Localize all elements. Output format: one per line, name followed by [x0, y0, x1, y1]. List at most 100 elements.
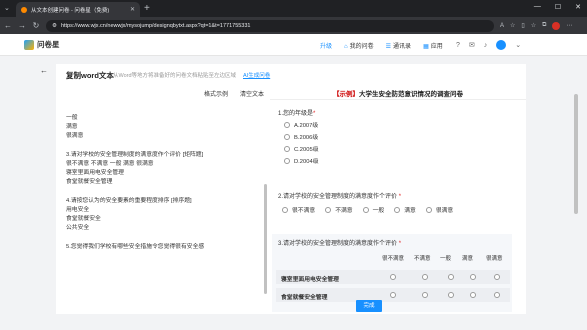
question-3: 3.请对学校的安全管理制度的满意度作个评价 * 很不满意 不满意 一般 满意 很满意 寝室… [272, 234, 512, 312]
question-3-label: 3.请对学校的安全管理制度的满意度作个评价 [278, 241, 398, 247]
matrix-radio-icon[interactable] [470, 292, 476, 298]
favorite-star-icon[interactable]: ☆ [510, 22, 515, 29]
read-aloud-icon[interactable]: A [500, 23, 504, 29]
radio-icon[interactable] [284, 145, 290, 152]
close-window-icon[interactable]: ✕ [575, 3, 581, 11]
radio-icon[interactable] [362, 206, 369, 213]
nav-apps-label: 应用 [430, 44, 443, 50]
url-text: https://www.wjx.cn/newwjx/mysojump/desig… [60, 22, 251, 29]
maximize-icon[interactable]: ☐ [555, 3, 561, 11]
matrix-column-header: 很不满意 [382, 256, 405, 262]
matrix-radio-icon[interactable] [422, 292, 428, 298]
question-2-label: 2.请对学校的安全管理制度的满意度作个评价 [278, 194, 398, 200]
browser-toolbar: ← → ↻ ⚙ https://www.wjx.cn/newwjx/mysoju… [0, 17, 587, 34]
radio-option[interactable]: 一般 [362, 205, 384, 214]
ai-generate-link[interactable]: AI生成问卷 [243, 71, 270, 79]
text-line [66, 142, 262, 151]
matrix-radio-icon[interactable] [448, 292, 454, 298]
radio-icon[interactable] [282, 206, 288, 213]
bell-icon[interactable]: ♪ [484, 42, 488, 49]
matrix-column-header: 满意 [462, 256, 474, 262]
nav-my-surveys-label: 我的问卷 [349, 44, 374, 50]
browser-tab[interactable]: 从文本创建问卷 - 问卷星（免费) ✕ [16, 2, 140, 17]
matrix-radio-icon[interactable] [390, 292, 396, 298]
text-scrollbar[interactable] [264, 184, 267, 294]
collections-icon[interactable]: ⧉ [542, 22, 546, 29]
radio-option[interactable]: 很满意 [425, 205, 453, 214]
preview-heading-tag: 【示例】 [333, 91, 359, 98]
split-screen-icon[interactable]: ▯ [521, 22, 524, 29]
text-line: 一般 [66, 115, 78, 121]
text-pane-tabs: 格式示例 清空文本 [204, 89, 264, 98]
matrix-radio-icon[interactable] [494, 274, 500, 280]
matrix-row: 寝室里面用电安全管理 [276, 270, 510, 284]
question-1-options: A.2007级 B.2006级 C.2005级 D.2004级 [278, 120, 319, 165]
tab-close-icon[interactable]: ✕ [130, 6, 135, 13]
radio-option[interactable]: A.2007级 [284, 120, 319, 129]
radio-option[interactable]: 很不满意 [282, 205, 315, 214]
radio-icon[interactable] [284, 157, 290, 164]
text-line: 满意 [66, 124, 78, 131]
site-info-icon[interactable]: ⚙ [52, 23, 57, 29]
radio-option[interactable]: C.2005级 [284, 144, 319, 153]
back-arrow-icon[interactable]: ← [40, 66, 48, 75]
radio-option-label: 满意 [404, 208, 416, 214]
help-icon[interactable]: ? [456, 42, 460, 49]
minimize-icon[interactable]: — [534, 3, 541, 11]
text-line: 寝室里面用电安全管理 [66, 170, 124, 177]
radio-icon[interactable] [394, 206, 401, 213]
message-icon[interactable]: ✉ [469, 41, 475, 49]
home-icon: ⌂ [344, 44, 348, 50]
question-1: 1.您的年级是* A.2007级 B.2006级 C.2005级 D.2004级 [278, 108, 319, 165]
radio-option[interactable]: 满意 [394, 205, 416, 214]
nav-contacts[interactable]: ☰ 通讯录 [386, 41, 411, 50]
question-2-options: 很不满意 不满意 一般 满意 很满意 [278, 205, 453, 214]
question-2: 2.请对学校的安全管理制度的满意度作个评价 * 很不满意 不满意 一般 满意 很满意 [278, 191, 453, 214]
question-1-label: 1.您的年级是 [278, 111, 314, 117]
logo[interactable]: 问卷星 [24, 39, 60, 50]
clear-text-tab[interactable]: 清空文本 [240, 89, 264, 98]
user-avatar[interactable] [496, 40, 507, 50]
nav-apps[interactable]: ▦ 应用 [423, 41, 443, 50]
radio-icon[interactable] [284, 133, 290, 140]
matrix-radio-icon[interactable] [422, 274, 428, 280]
chevron-down-icon[interactable]: ⌄ [515, 41, 521, 49]
app-header: 问卷星 升级 ⌂ 我的问卷 ☰ 通讯录 ▦ 应用 ? ✉ ♪ ⌄ [0, 34, 587, 56]
favorites-icon[interactable]: ☆ [531, 22, 536, 29]
back-icon[interactable]: ← [4, 21, 12, 30]
tab-title: 从文本创建问卷 - 问卷星（免费) [31, 7, 110, 14]
address-bar[interactable]: ⚙ https://www.wjx.cn/newwjx/mysojump/des… [46, 19, 494, 32]
radio-option[interactable]: B.2006级 [284, 132, 319, 141]
matrix-radio-icon[interactable] [448, 274, 454, 280]
matrix-radio-icon[interactable] [390, 274, 396, 280]
radio-option[interactable]: 不满意 [325, 205, 353, 214]
radio-option-label: D.2004级 [294, 159, 319, 165]
text-line: 食堂就餐安全 [66, 216, 101, 223]
forward-icon[interactable]: → [18, 21, 26, 30]
radio-icon[interactable] [284, 121, 290, 128]
text-line: 4.请按您认为的安全要素的重要程度排序 [排序题] [66, 197, 192, 204]
radio-icon[interactable] [325, 206, 332, 213]
radio-option-label: C.2005级 [294, 147, 319, 153]
new-tab-icon[interactable]: + [144, 3, 150, 14]
survey-text-area[interactable]: 一般 满意 很满意 3.请对学校的安全管理制度的满意度作个评价 [矩阵题] 很不满意 不… [66, 114, 262, 252]
upgrade-link[interactable]: 升级 [320, 41, 332, 50]
format-example-tab[interactable]: 格式示例 [204, 89, 228, 98]
required-mark: * [313, 111, 316, 117]
nav-my-surveys[interactable]: ⌂ 我的问卷 [344, 41, 374, 50]
profile-avatar[interactable] [552, 21, 561, 30]
reload-icon[interactable]: ↻ [32, 21, 40, 30]
more-menu-icon[interactable]: ⋯ [566, 22, 572, 29]
text-line: 食堂就餐安全管理 [66, 179, 113, 186]
header-nav: 升级 ⌂ 我的问卷 ☰ 通讯录 ▦ 应用 [320, 41, 443, 50]
matrix-radio-icon[interactable] [470, 274, 476, 280]
done-button[interactable]: 完成 [356, 300, 382, 312]
radio-option[interactable]: D.2004级 [284, 156, 319, 165]
matrix-radio-icon[interactable] [494, 292, 500, 298]
browser-tabstrip: ⌄ 从文本创建问卷 - 问卷星（免费) ✕ + — ☐ ✕ [0, 0, 587, 17]
radio-icon[interactable] [425, 206, 432, 213]
text-line: 用电安全 [66, 207, 90, 213]
preview-scrollbar[interactable] [574, 94, 578, 214]
tab-search-icon[interactable]: ⌄ [4, 4, 10, 12]
text-input-pane[interactable]: 格式示例 清空文本 一般 满意 很满意 3.请对学校的安全管理制度的满意度作个评价 [… [66, 88, 270, 314]
